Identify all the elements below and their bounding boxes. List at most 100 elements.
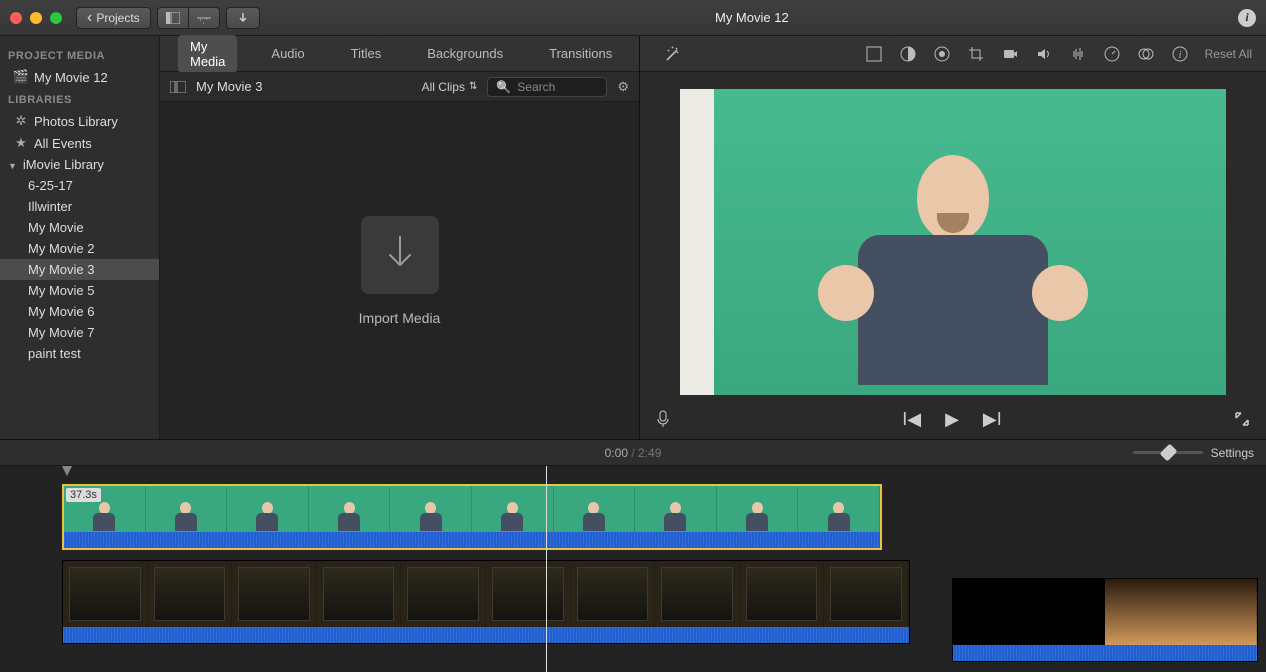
clips-filter-dropdown[interactable]: All Clips ⇅	[422, 80, 478, 94]
tab-audio[interactable]: Audio	[259, 42, 316, 65]
playhead[interactable]	[546, 466, 547, 672]
sidebar-event[interactable]: Illwinter	[0, 196, 159, 217]
import-button[interactable]	[226, 7, 260, 29]
prev-frame-button[interactable]: I◀	[902, 409, 921, 430]
download-arrow-icon	[383, 235, 417, 275]
settings-button[interactable]: Settings	[1211, 446, 1254, 460]
flower-icon: ✲	[14, 113, 28, 129]
search-icon	[496, 80, 511, 94]
playhead-start-marker[interactable]	[62, 466, 72, 476]
timeline-clip-3[interactable]	[952, 578, 1258, 662]
timeline-header: 0:00 / 2:49 Settings	[0, 440, 1266, 466]
preview-frame	[680, 89, 1226, 395]
back-button-label: Projects	[96, 11, 139, 25]
show-waveforms-button[interactable]	[188, 7, 220, 29]
sidebar-project-label: My Movie 12	[34, 70, 108, 85]
reset-all-button[interactable]: Reset All	[1205, 47, 1252, 61]
tab-transitions[interactable]: Transitions	[537, 42, 624, 65]
zoom-slider[interactable]	[1133, 451, 1203, 454]
volume-icon[interactable]	[1035, 46, 1053, 62]
clip-audio-waveform[interactable]	[64, 532, 880, 548]
color-wheel-icon[interactable]	[933, 46, 951, 62]
chevron-left-icon	[87, 11, 92, 25]
clip-filter-icon[interactable]	[1137, 46, 1155, 62]
sidebar-imovie-label: iMovie Library	[23, 157, 104, 172]
window-title: My Movie 12	[266, 10, 1238, 25]
back-to-projects-button[interactable]: Projects	[76, 7, 151, 29]
voiceover-mic-icon[interactable]	[656, 410, 670, 428]
viewer-toolbar: i Reset All	[640, 36, 1266, 72]
timeline[interactable]: 37.3s	[0, 466, 1266, 672]
sidebar-event[interactable]: My Movie 6	[0, 301, 159, 322]
sidebar-event[interactable]: My Movie 7	[0, 322, 159, 343]
tab-my-media[interactable]: My Media	[178, 35, 237, 73]
browser-tabs: My Media Audio Titles Backgrounds Transi…	[160, 36, 639, 72]
stabilization-icon[interactable]	[1001, 46, 1019, 62]
clapper-icon: 🎬	[14, 69, 28, 85]
import-media-label: Import Media	[359, 310, 441, 326]
sidebar-all-events-label: All Events	[34, 136, 92, 151]
sidebar-event[interactable]: My Movie	[0, 217, 159, 238]
close-window-button[interactable]	[10, 12, 22, 24]
speed-icon[interactable]	[1103, 46, 1121, 62]
color-balance-icon[interactable]	[865, 46, 883, 62]
sidebar-photos-library[interactable]: ✲ Photos Library	[0, 110, 159, 132]
star-icon: ★	[14, 135, 28, 151]
enhance-wand-icon[interactable]	[664, 45, 682, 63]
color-correction-icon[interactable]	[899, 46, 917, 62]
sidebar-imovie-library[interactable]: iMovie Library	[0, 154, 159, 175]
time-current: 0:00	[605, 446, 628, 460]
import-media-button[interactable]	[361, 216, 439, 294]
window-titlebar: Projects My Movie 12 i	[0, 0, 1266, 36]
search-placeholder: Search	[517, 80, 555, 94]
zoom-slider-knob[interactable]	[1159, 444, 1177, 462]
clip-audio-waveform[interactable]	[63, 627, 909, 643]
clip-thumbnails	[63, 561, 909, 627]
crop-icon[interactable]	[967, 46, 985, 62]
svg-text:i: i	[1178, 50, 1181, 61]
show-libraries-button[interactable]	[157, 7, 188, 29]
zoom-window-button[interactable]	[50, 12, 62, 24]
sidebar-event[interactable]: 6-25-17	[0, 175, 159, 196]
fullscreen-button[interactable]	[1234, 411, 1250, 427]
browser-toolbar: My Movie 3 All Clips ⇅ Search	[160, 72, 639, 102]
minimize-window-button[interactable]	[30, 12, 42, 24]
viewer-canvas[interactable]	[640, 72, 1266, 399]
noise-reduction-icon[interactable]	[1069, 46, 1087, 62]
play-button[interactable]: ▶	[945, 409, 959, 430]
next-frame-button[interactable]: ▶I	[983, 409, 1002, 430]
sidebar-event[interactable]: My Movie 5	[0, 280, 159, 301]
filmstrip-toggle-icon[interactable]	[170, 81, 186, 93]
timecode-display: 0:00 / 2:49	[605, 446, 662, 460]
sidebar-photos-label: Photos Library	[34, 114, 118, 129]
library-sidebar: PROJECT MEDIA 🎬 My Movie 12 LIBRARIES ✲ …	[0, 36, 160, 439]
timeline-clip-1[interactable]: 37.3s	[62, 484, 882, 550]
time-total: 2:49	[638, 446, 661, 460]
sidebar-project[interactable]: 🎬 My Movie 12	[0, 66, 159, 88]
gear-icon[interactable]	[617, 79, 629, 95]
clip-info-icon[interactable]: i	[1171, 46, 1189, 62]
library-list-toggle	[157, 7, 220, 29]
clip-duration-badge: 37.3s	[66, 488, 101, 502]
viewer-controls: I◀ ▶ ▶I	[640, 399, 1266, 439]
sidebar-all-events[interactable]: ★ All Events	[0, 132, 159, 154]
media-browser: My Media Audio Titles Backgrounds Transi…	[160, 36, 640, 439]
libraries-header: LIBRARIES	[0, 88, 159, 110]
disclosure-triangle-icon[interactable]	[8, 157, 17, 172]
clip-thumbnails	[953, 579, 1257, 645]
sidebar-event-selected[interactable]: My Movie 3	[0, 259, 159, 280]
search-input[interactable]: Search	[487, 77, 607, 97]
sidebar-event[interactable]: My Movie 2	[0, 238, 159, 259]
clip-thumbnails	[64, 486, 880, 532]
tab-backgrounds[interactable]: Backgrounds	[415, 42, 515, 65]
browser-breadcrumb[interactable]: My Movie 3	[196, 79, 262, 94]
sidebar-event[interactable]: paint test	[0, 343, 159, 364]
info-icon[interactable]: i	[1238, 9, 1256, 27]
timeline-clip-2[interactable]	[62, 560, 910, 644]
project-media-header: PROJECT MEDIA	[0, 44, 159, 66]
viewer-panel: i Reset All I◀ ▶ ▶I	[640, 36, 1266, 439]
browser-body[interactable]: Import Media	[160, 102, 639, 439]
zoom-controls: Settings	[1133, 446, 1254, 460]
tab-titles[interactable]: Titles	[339, 42, 394, 65]
clip-audio-waveform[interactable]	[953, 645, 1257, 661]
